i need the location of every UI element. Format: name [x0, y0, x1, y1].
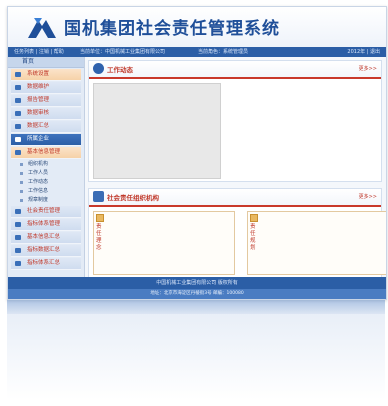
- folder-icon: [15, 235, 21, 240]
- user-links[interactable]: 任务列表 | 注销 | 帮助: [14, 47, 64, 57]
- current-org: 当前单位：中国机械工业集团有限公司: [80, 49, 166, 55]
- sidebar-item-data-summary[interactable]: 数据汇总: [11, 121, 81, 133]
- folder-icon: [15, 248, 21, 253]
- current-role: 当前角色：系统管理员: [198, 49, 249, 55]
- folder-icon: [15, 222, 21, 227]
- folder-icon: [15, 72, 21, 77]
- note-icon: [96, 214, 104, 222]
- sidebar-item-label: 社会责任管理: [27, 208, 61, 214]
- org-panel-title: 社会责任组织机构: [107, 194, 159, 202]
- bullet-icon: [20, 163, 23, 166]
- bullet-icon: [20, 199, 23, 202]
- sidebar-item-label: 系统设置: [27, 71, 50, 77]
- people-icon: [93, 191, 104, 202]
- sidebar-subitem-label: 工作人员: [28, 170, 49, 176]
- sidebar-subitem[interactable]: 工作动态: [8, 178, 84, 187]
- sidebar-home-label: 首页: [22, 58, 35, 65]
- sidebar-item-label: 数据汇总: [27, 123, 50, 129]
- sidebar-subitem[interactable]: 组织机构: [8, 160, 84, 169]
- sidebar-subitem-label: 规章制度: [28, 197, 49, 203]
- sidebar-item-label: 数据维护: [27, 84, 50, 90]
- sidebar-item-label: 指标体系汇总: [27, 260, 61, 266]
- sidebar-item-indicator-system[interactable]: 指标体系管理: [11, 219, 81, 231]
- sidebar-item-label: 所属企业: [27, 136, 50, 142]
- sidebar-item-data-review[interactable]: 数据审核: [11, 108, 81, 120]
- org-panel-header: 社会责任组织机构 更多>>: [89, 189, 381, 207]
- sidebar-item-data-maintenance[interactable]: 数据维护: [11, 82, 81, 94]
- reflection-bar: [7, 300, 385, 314]
- date-logout[interactable]: 2012年 | 退出: [347, 47, 380, 57]
- sidebar-item-subsidiaries[interactable]: 所属企业: [11, 134, 81, 146]
- sidebar-home[interactable]: 首页: [8, 57, 84, 68]
- sidebar-item-label: 基本信息管理: [27, 149, 61, 155]
- footer-address: 地址：北京市海淀区丹棱街3号 邮编：100080: [8, 289, 386, 299]
- news-more-link[interactable]: 更多>>: [359, 65, 377, 72]
- window-reflection: [7, 300, 385, 400]
- main-content: 工作动态 更多>> 社会责任组织机构 更多>> 责任理念 责任规划: [88, 60, 386, 279]
- sidebar-item-label: 指标体系管理: [27, 221, 61, 227]
- sidebar-item-indicator-data-summary[interactable]: 指标数据汇总: [11, 245, 81, 257]
- sidebar-item-system-settings[interactable]: 系统设置: [11, 69, 81, 81]
- sidebar-item-label: 指标数据汇总: [27, 247, 61, 253]
- csr-plan-label: 责任规划: [250, 224, 256, 251]
- sidebar-subitem-label: 组织机构: [28, 161, 49, 167]
- folder-icon: [15, 137, 21, 142]
- sidebar-subitem[interactable]: 规章制度: [8, 196, 84, 205]
- app-window: 国机集团社会责任管理系统 任务列表 | 注销 | 帮助 当前单位：中国机械工业集…: [7, 6, 387, 300]
- sidebar: 首页 系统设置 数据维护 报告管理 数据审核 数据汇总 所属企业 基本信息管理 …: [8, 57, 85, 277]
- app-title: 国机集团社会责任管理系统: [64, 19, 280, 39]
- note-icon: [250, 214, 258, 222]
- folder-icon: [15, 209, 21, 214]
- sidebar-item-csr-management[interactable]: 社会责任管理: [11, 206, 81, 218]
- sidebar-item-basic-info[interactable]: 基本信息管理: [11, 147, 81, 159]
- folder-icon: [15, 124, 21, 129]
- sidebar-item-label: 基本信息汇总: [27, 234, 61, 240]
- news-panel-header: 工作动态 更多>>: [89, 61, 381, 79]
- org-panel: 社会责任组织机构 更多>> 责任理念 责任规划: [88, 188, 386, 279]
- sidebar-subitem[interactable]: 工作信息: [8, 187, 84, 196]
- org-more-link[interactable]: 更多>>: [359, 193, 377, 200]
- folder-icon: [15, 85, 21, 90]
- folder-icon: [15, 261, 21, 266]
- bullet-icon: [20, 181, 23, 184]
- logo-icon: [28, 18, 56, 38]
- sidebar-item-report-management[interactable]: 报告管理: [11, 95, 81, 107]
- bullet-icon: [20, 190, 23, 193]
- header: 国机集团社会责任管理系统: [8, 7, 386, 47]
- sidebar-subitem[interactable]: 工作人员: [8, 169, 84, 178]
- csr-concept-box: 责任理念: [93, 211, 235, 275]
- sidebar-item-label: 报告管理: [27, 97, 50, 103]
- news-image-placeholder: [93, 83, 221, 179]
- sidebar-subitem-label: 工作动态: [28, 179, 49, 185]
- sidebar-subitem-label: 工作信息: [28, 188, 49, 194]
- csr-plan-box: 责任规划: [247, 211, 386, 275]
- folder-icon: [15, 98, 21, 103]
- folder-icon: [15, 111, 21, 116]
- sidebar-item-indicator-system-summary[interactable]: 指标体系汇总: [11, 258, 81, 270]
- top-bar: 任务列表 | 注销 | 帮助 当前单位：中国机械工业集团有限公司 当前角色：系统…: [8, 47, 386, 57]
- csr-concept-label: 责任理念: [96, 224, 102, 251]
- footer: 中国机械工业集团有限公司 版权所有: [8, 277, 386, 289]
- sidebar-item-basic-info-summary[interactable]: 基本信息汇总: [11, 232, 81, 244]
- news-panel: 工作动态 更多>>: [88, 60, 382, 182]
- sidebar-item-label: 数据审核: [27, 110, 50, 116]
- folder-icon: [15, 150, 21, 155]
- bullet-icon: [20, 172, 23, 175]
- news-panel-title: 工作动态: [107, 66, 133, 74]
- globe-icon: [93, 63, 104, 74]
